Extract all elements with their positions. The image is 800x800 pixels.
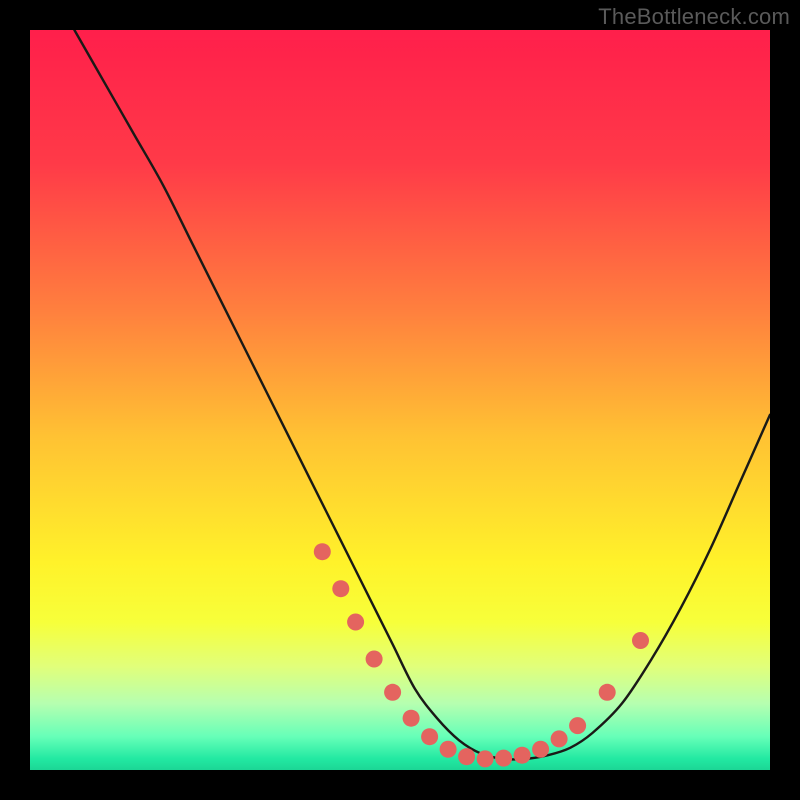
data-marker: [384, 684, 401, 701]
plot-area: [30, 30, 770, 770]
data-marker: [440, 741, 457, 758]
data-marker: [599, 684, 616, 701]
data-marker: [532, 741, 549, 758]
chart-stage: TheBottleneck.com: [0, 0, 800, 800]
data-marker: [477, 750, 494, 767]
data-marker: [551, 730, 568, 747]
data-marker: [514, 747, 531, 764]
plot-svg: [30, 30, 770, 770]
data-marker: [421, 728, 438, 745]
watermark-text: TheBottleneck.com: [598, 4, 790, 30]
data-marker: [632, 632, 649, 649]
data-marker: [332, 580, 349, 597]
data-marker: [569, 717, 586, 734]
data-marker: [495, 750, 512, 767]
data-marker: [458, 748, 475, 765]
data-marker: [366, 650, 383, 667]
data-marker: [314, 543, 331, 560]
data-marker: [347, 613, 364, 630]
data-marker: [403, 710, 420, 727]
